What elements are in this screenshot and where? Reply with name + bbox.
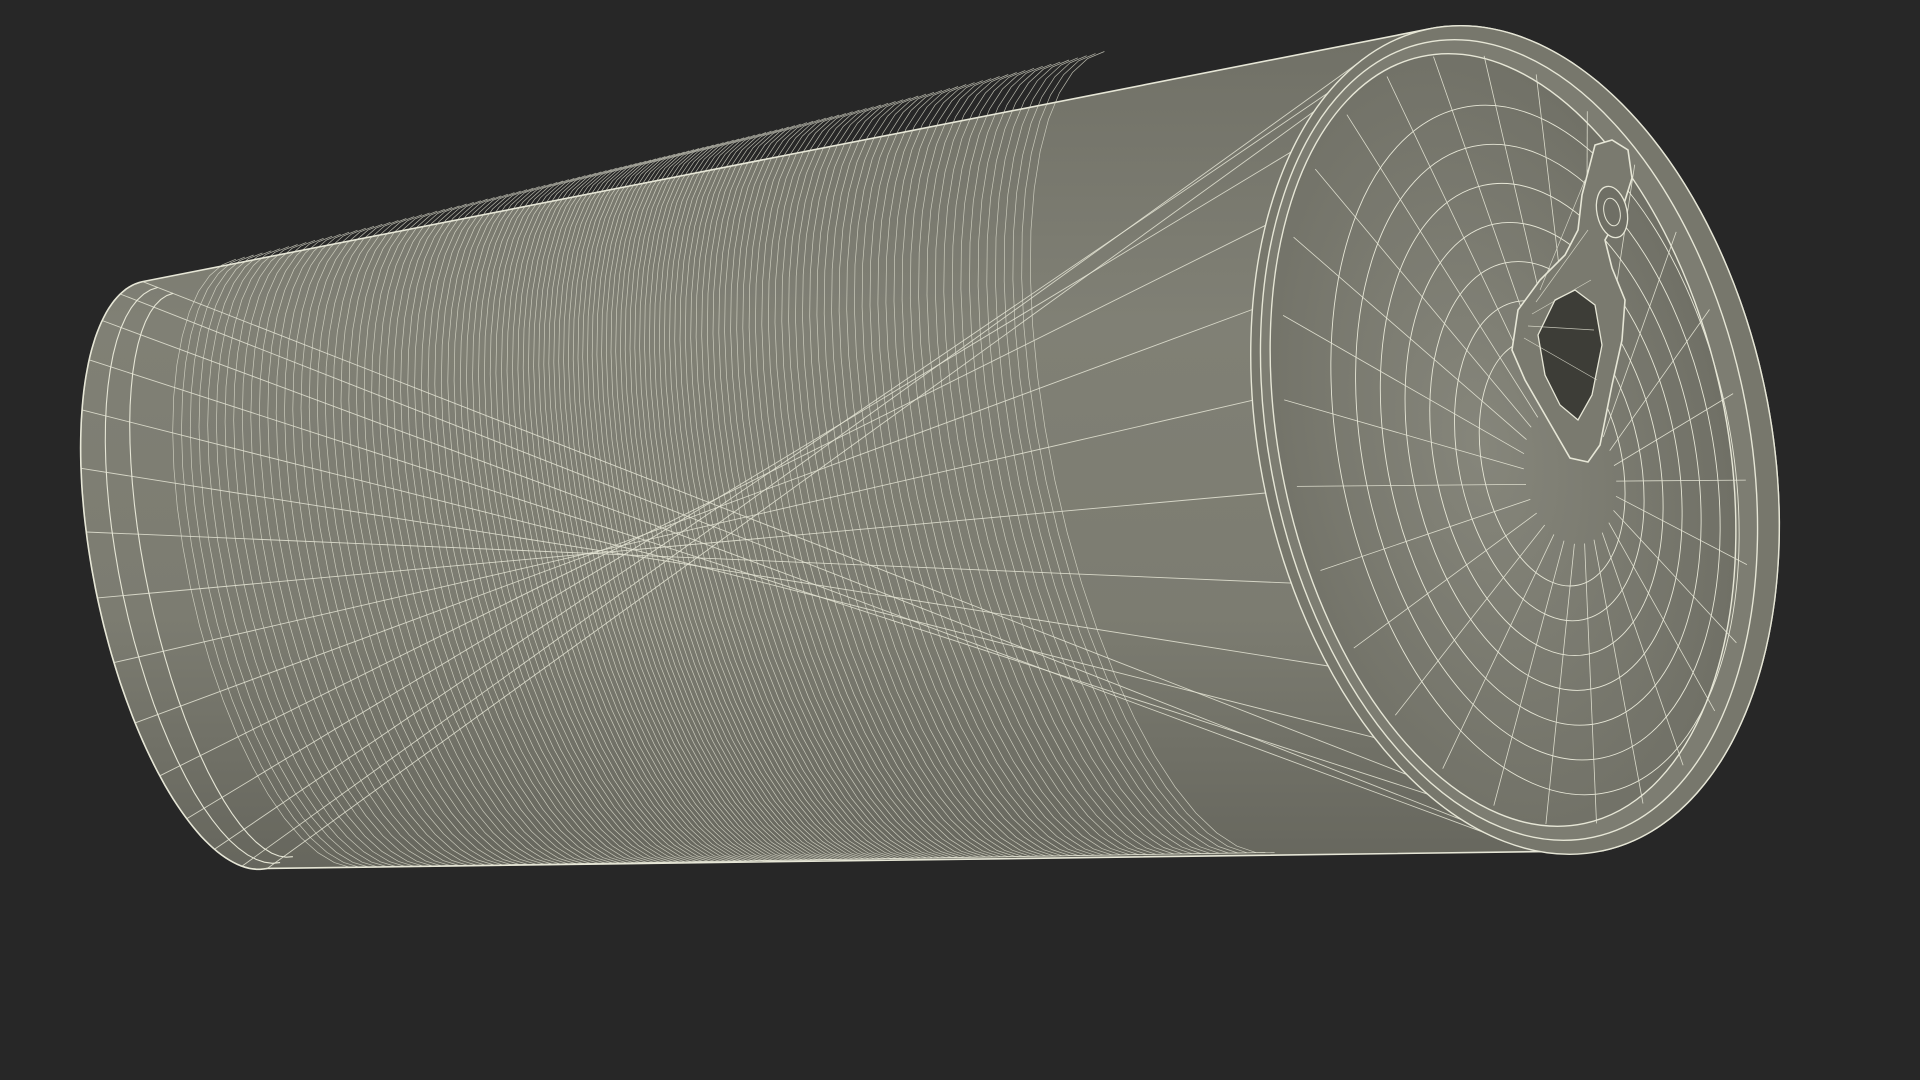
wireframe-can-render bbox=[79, 24, 1781, 871]
render-viewport bbox=[0, 0, 1920, 1080]
